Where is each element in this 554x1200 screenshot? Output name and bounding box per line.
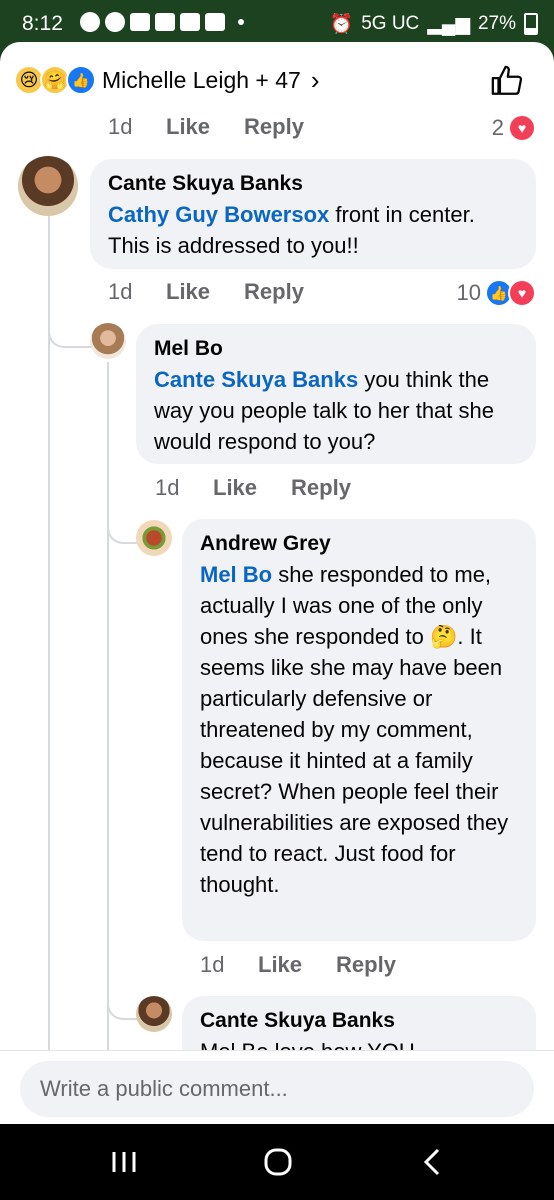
comments-sheet: 😢 🤗 👍 Michelle Leigh + 47 › 1d Like Repl… [0, 42, 554, 1124]
reactions-summary[interactable]: 😢 🤗 👍 Michelle Leigh + 47 › [14, 60, 320, 100]
comment-actions: 1d Like Reply [155, 475, 385, 501]
heart-reaction-icon: ♥ [508, 114, 536, 142]
back-icon[interactable] [414, 1146, 454, 1178]
reactors-names: Michelle Leigh + 47 [102, 66, 301, 93]
comment-age: 1d [200, 952, 225, 977]
messenger-icon [105, 12, 125, 32]
comment-body: . It seems like she may have been partic… [200, 624, 509, 897]
signal-icon: ▂▄▆ [427, 13, 470, 35]
system-icons: ⏰ 5G UC ▂▄▆ 27% [330, 12, 538, 36]
comment-bubble: Cante Skuya Banks Cathy Guy Bowersox fro… [90, 159, 536, 269]
notification-icons [80, 12, 244, 32]
like-button[interactable]: Like [166, 114, 210, 140]
reply-button[interactable]: Reply [336, 952, 396, 978]
recent-apps-icon[interactable] [104, 1146, 144, 1178]
like-button[interactable]: Like [213, 475, 257, 501]
reaction-count-label: 2 [491, 115, 504, 140]
comment-text: Cathy Guy Bowersox front in center. This… [108, 199, 518, 261]
network-label: 5G UC [361, 13, 420, 34]
comment-age: 1d [108, 114, 133, 139]
comment-actions: 1d Like Reply [200, 952, 430, 978]
reaction-count[interactable]: 2 ♥ [492, 114, 536, 142]
comment-age: 1d [108, 279, 133, 304]
comment-composer[interactable] [20, 1061, 534, 1117]
comment-age: 1d [155, 475, 180, 500]
like-post-button[interactable] [490, 64, 524, 98]
reaction-count[interactable]: 10 👍 ♥ [457, 279, 536, 307]
youtube-icon [205, 13, 225, 31]
thread-line [48, 214, 50, 1124]
mention-link[interactable]: Cante Skuya Banks [154, 367, 358, 392]
thinking-emoji: 🤔 [429, 624, 458, 649]
reply-button[interactable]: Reply [244, 279, 304, 305]
heart-reaction-icon: ♥ [508, 279, 536, 307]
chat-icon [80, 12, 100, 32]
comment-text: Mel Bo she responded to me, actually I w… [200, 559, 518, 900]
comment-bubble: Andrew Grey Mel Bo she responded to me, … [182, 519, 536, 941]
alarm-icon: ⏰ [329, 14, 354, 35]
comment-bubble: Mel Bo Cante Skuya Banks you think the w… [136, 324, 536, 464]
battery-icon [524, 13, 538, 35]
like-reaction-icon: 👍 [66, 65, 96, 95]
thread-connector [107, 962, 139, 1020]
comment-actions: 1d Like Reply [108, 114, 338, 140]
chevron-right-icon: › [310, 64, 320, 95]
comment-author[interactable]: Mel Bo [154, 334, 518, 364]
comment-author[interactable]: Andrew Grey [200, 529, 518, 559]
comment-input[interactable] [38, 1075, 534, 1103]
avatar[interactable] [90, 323, 126, 359]
thread-connector [107, 508, 139, 544]
battery-label: 27% [477, 13, 516, 34]
like-button[interactable]: Like [166, 279, 210, 305]
youtube-icon [155, 13, 175, 31]
reply-button[interactable]: Reply [291, 475, 351, 501]
comment-text: Cante Skuya Banks you think the way you … [154, 364, 518, 457]
comment-actions: 1d Like Reply [108, 279, 338, 305]
thread-connector [48, 312, 94, 348]
avatar[interactable] [136, 996, 172, 1032]
avatar[interactable] [18, 156, 78, 216]
mention-link[interactable]: Cathy Guy Bowersox [108, 202, 329, 227]
reaction-count-label: 10 [456, 280, 481, 305]
comment-author[interactable]: Cante Skuya Banks [200, 1006, 518, 1036]
comment-author[interactable]: Cante Skuya Banks [108, 169, 518, 199]
more-dot-icon [238, 19, 244, 25]
home-icon[interactable] [258, 1146, 298, 1178]
reply-button[interactable]: Reply [244, 114, 304, 140]
system-nav-bar [0, 1124, 554, 1200]
status-time: 8:12 [22, 12, 63, 35]
avatar[interactable] [136, 520, 172, 556]
like-button[interactable]: Like [258, 952, 302, 978]
app-icon [130, 13, 150, 31]
mention-link[interactable]: Mel Bo [200, 562, 272, 587]
comment-composer-bar [0, 1050, 554, 1124]
youtube-icon [180, 13, 200, 31]
